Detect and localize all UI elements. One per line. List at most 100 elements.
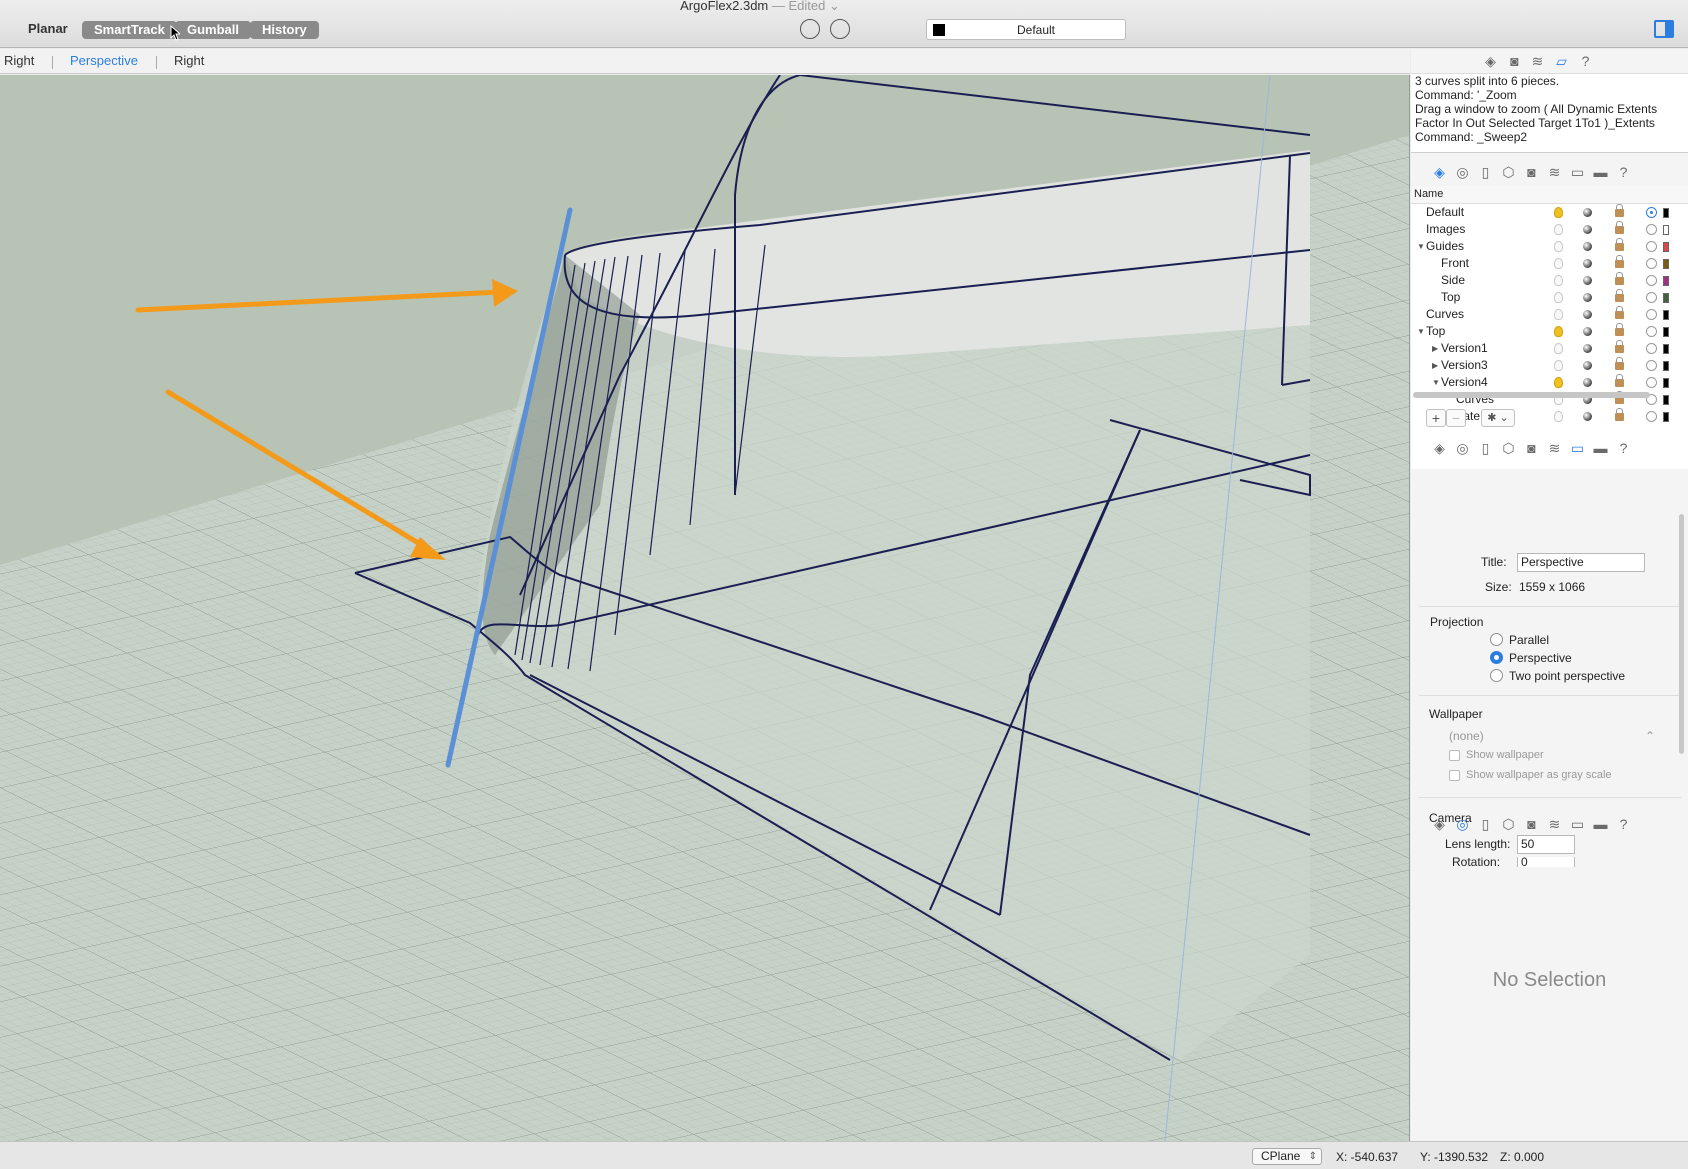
layer-color-swatch[interactable] (1663, 361, 1669, 371)
layer-row[interactable]: ▶ Version3 (1411, 357, 1688, 374)
layer-color-swatch[interactable] (1663, 327, 1669, 337)
layer-visibility-bulb-icon[interactable] (1554, 258, 1563, 269)
rotation-field[interactable]: 0 (1517, 857, 1575, 867)
viewport-icon[interactable]: ▭ (1569, 440, 1586, 456)
layer-current-radio[interactable] (1646, 275, 1657, 286)
layer-visibility-bulb-icon[interactable] (1554, 207, 1563, 218)
current-layer-selector[interactable]: Default (926, 19, 1126, 40)
layer-render-ball-icon[interactable] (1583, 208, 1592, 217)
layer-color-swatch[interactable] (1663, 259, 1669, 269)
layer-render-ball-icon[interactable] (1583, 378, 1592, 387)
layer-color-swatch[interactable] (1663, 293, 1669, 303)
render-icon[interactable]: ≋ (1546, 440, 1563, 456)
show-wallpaper-checkbox[interactable] (1449, 750, 1460, 761)
layer-lock-icon[interactable] (1615, 306, 1624, 319)
display-icon[interactable]: ▬ (1592, 816, 1609, 832)
add-layer-button[interactable]: + (1426, 409, 1446, 427)
layer-color-swatch[interactable] (1663, 225, 1669, 235)
projection-perspective-label[interactable]: Perspective (1509, 651, 1572, 665)
command-history[interactable]: 3 curves split into 6 pieces. Command: '… (1411, 73, 1688, 153)
lens-length-field[interactable]: 50 (1517, 835, 1575, 854)
layer-current-radio[interactable] (1646, 241, 1657, 252)
materials-icon[interactable]: ◎ (1454, 440, 1471, 456)
help-icon[interactable]: ? (1577, 53, 1594, 69)
document-icon[interactable]: ▯ (1477, 816, 1494, 832)
layer-visibility-bulb-icon[interactable] (1554, 326, 1563, 337)
layer-row[interactable]: ▼ Top (1411, 323, 1688, 340)
osnap-toggle-icon[interactable] (800, 19, 820, 39)
render-icon[interactable]: ≋ (1546, 816, 1563, 832)
layer-list-scrollbar[interactable] (1413, 392, 1650, 398)
layer-row[interactable]: ▼ Guides (1411, 238, 1688, 255)
layers-icon[interactable]: ◈ (1431, 816, 1448, 832)
layer-color-swatch[interactable] (1663, 378, 1669, 388)
wallpaper-select-chevron-icon[interactable]: ⌃ (1645, 729, 1655, 743)
layer-lock-icon[interactable] (1615, 204, 1624, 217)
layer-lock-icon[interactable] (1615, 272, 1624, 285)
smarttrack-button[interactable]: SmartTrack (82, 21, 177, 39)
document-icon[interactable]: ▯ (1477, 164, 1494, 180)
display-icon[interactable]: ▬ (1592, 440, 1609, 456)
viewport-title-field[interactable]: Perspective (1517, 553, 1645, 572)
show-gray-checkbox[interactable] (1449, 770, 1460, 781)
render-icon[interactable]: ≋ (1529, 53, 1546, 69)
tab-perspective[interactable]: Perspective (70, 53, 138, 68)
layer-render-ball-icon[interactable] (1583, 293, 1592, 302)
layer-color-swatch[interactable] (1663, 208, 1669, 218)
layer-current-radio[interactable] (1646, 224, 1657, 235)
layer-lock-icon[interactable] (1615, 374, 1624, 387)
layer-row[interactable]: Images (1411, 221, 1688, 238)
planar-toggle[interactable]: Planar (28, 21, 68, 36)
layer-render-ball-icon[interactable] (1583, 276, 1592, 285)
materials-icon[interactable]: ◎ (1454, 816, 1471, 832)
help-icon[interactable]: ? (1615, 164, 1632, 180)
perspective-viewport[interactable] (0, 75, 1410, 1141)
layer-color-swatch[interactable] (1663, 310, 1669, 320)
layer-expand-toggle-icon[interactable]: ▶ (1432, 340, 1438, 357)
layer-lock-icon[interactable] (1615, 357, 1624, 370)
projection-perspective-radio[interactable] (1490, 651, 1503, 664)
layer-expand-toggle-icon[interactable]: ▼ (1417, 238, 1425, 255)
ortho-target-icon[interactable] (830, 19, 850, 39)
object-icon[interactable]: ⬡ (1500, 164, 1517, 180)
help-icon[interactable]: ? (1615, 816, 1632, 832)
layer-row[interactable]: Curves (1411, 306, 1688, 323)
layer-visibility-bulb-icon[interactable] (1554, 224, 1563, 235)
layer-visibility-bulb-icon[interactable] (1554, 275, 1563, 286)
tab-right-2[interactable]: Right (174, 53, 204, 68)
layer-row[interactable]: ▶ Version1 (1411, 340, 1688, 357)
cplane-select[interactable]: CPlane (1252, 1148, 1322, 1165)
layers-icon[interactable]: ◈ (1431, 440, 1448, 456)
object-icon[interactable]: ⬡ (1500, 816, 1517, 832)
viewport-icon[interactable]: ▭ (1569, 816, 1586, 832)
layer-color-swatch[interactable] (1663, 242, 1669, 252)
document-icon[interactable]: ▯ (1477, 440, 1494, 456)
object-icon[interactable]: ⬡ (1500, 440, 1517, 456)
layer-row[interactable]: Side (1411, 272, 1688, 289)
layer-lock-icon[interactable] (1615, 289, 1624, 302)
camera-icon[interactable]: ◙ (1523, 164, 1540, 180)
layer-visibility-bulb-icon[interactable] (1554, 292, 1563, 303)
layer-render-ball-icon[interactable] (1583, 310, 1592, 319)
layer-visibility-bulb-icon[interactable] (1554, 343, 1563, 354)
layer-current-radio[interactable] (1646, 258, 1657, 269)
layer-visibility-bulb-icon[interactable] (1554, 377, 1563, 388)
render-icon[interactable]: ≋ (1546, 164, 1563, 180)
layer-expand-toggle-icon[interactable]: ▶ (1432, 357, 1438, 374)
layer-visibility-bulb-icon[interactable] (1554, 360, 1563, 371)
layer-lock-icon[interactable] (1615, 221, 1624, 234)
layer-render-ball-icon[interactable] (1583, 225, 1592, 234)
layer-render-ball-icon[interactable] (1583, 344, 1592, 353)
projection-two-point-radio[interactable] (1490, 669, 1503, 682)
layer-render-ball-icon[interactable] (1583, 327, 1592, 336)
viewport-canvas[interactable] (0, 75, 1410, 1141)
camera-icon[interactable]: ◙ (1523, 440, 1540, 456)
properties-scrollbar[interactable] (1679, 514, 1684, 754)
display-icon[interactable]: ▬ (1592, 164, 1609, 180)
properties-icon[interactable]: ▱ (1553, 53, 1570, 69)
layer-visibility-bulb-icon[interactable] (1554, 241, 1563, 252)
projection-two-point-label[interactable]: Two point perspective (1509, 669, 1625, 683)
materials-icon[interactable]: ◎ (1454, 164, 1471, 180)
edited-status[interactable]: — Edited ⌄ (772, 0, 840, 13)
layer-current-radio[interactable] (1646, 343, 1657, 354)
